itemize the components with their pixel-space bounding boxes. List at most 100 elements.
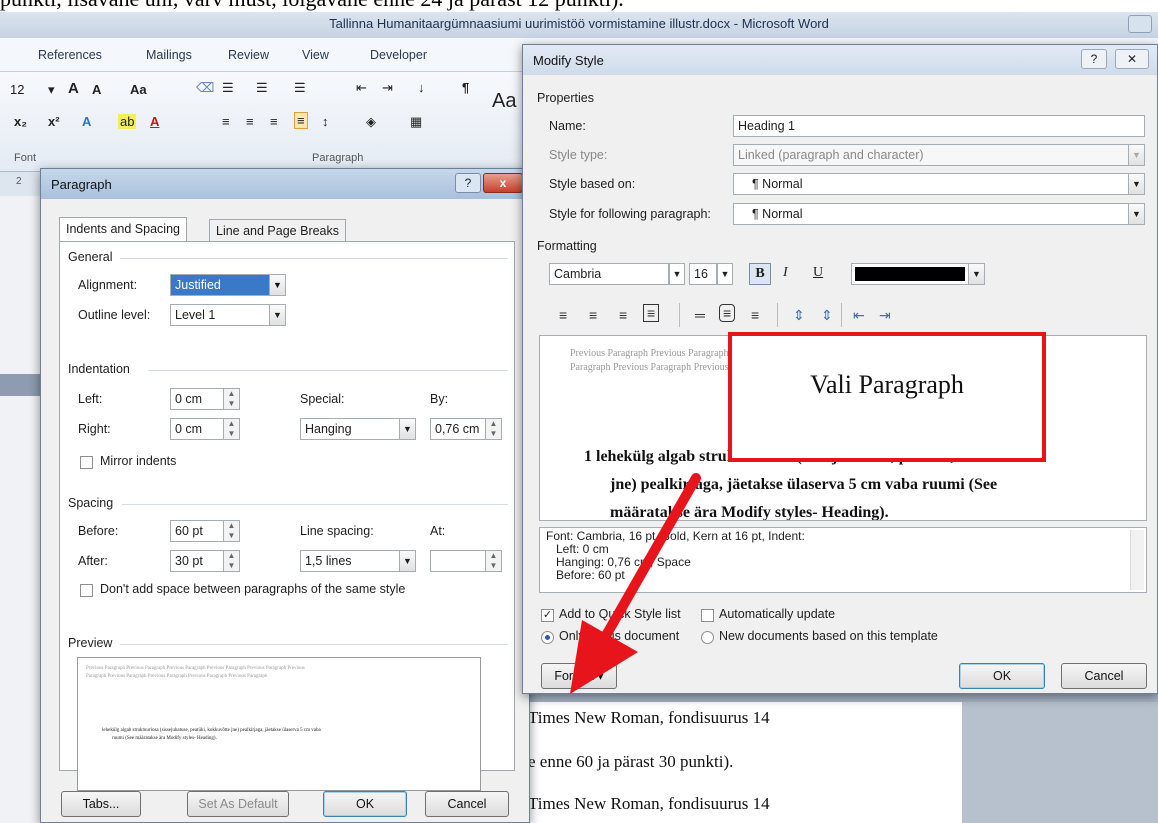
outline-level-select[interactable]: Level 1 ▼ xyxy=(170,304,286,326)
chevron-down-icon[interactable]: ▼ xyxy=(399,551,415,571)
cancel-button[interactable]: Cancel xyxy=(1061,663,1147,689)
tab-indents-spacing[interactable]: Indents and Spacing xyxy=(59,217,187,243)
document-page[interactable]: Times New Roman, fondisuurus 14 e enne 6… xyxy=(522,702,962,823)
style-type-select[interactable]: Linked (paragraph and character) ▼ xyxy=(733,144,1145,166)
style-based-on-select[interactable]: ¶ Normal ▼ xyxy=(733,173,1145,195)
increase-paragraph-spacing-icon[interactable]: ⇕ xyxy=(793,307,805,324)
spinner-icon[interactable]: ▲ ▼ xyxy=(485,419,501,439)
at-input[interactable]: ▲ ▼ xyxy=(430,550,502,572)
font-size-select[interactable]: 16 xyxy=(689,263,717,285)
tab-references[interactable]: References xyxy=(38,48,102,62)
subscript-icon[interactable]: x₂ xyxy=(14,114,27,129)
numbering-icon[interactable]: ☰ xyxy=(256,80,268,96)
font-size-value[interactable]: 12 xyxy=(10,82,24,97)
font-size-dropdown-icon[interactable]: ▾ xyxy=(48,82,55,98)
bullets-icon[interactable]: ☰ xyxy=(222,80,234,96)
align-left-icon[interactable]: ≡ xyxy=(222,114,230,129)
special-select[interactable]: Hanging ▼ xyxy=(300,418,416,440)
chevron-down-icon[interactable]: ▼ xyxy=(269,305,285,325)
line-spacing-select[interactable]: 1,5 lines ▼ xyxy=(300,550,416,572)
chevron-down-icon[interactable]: ▼ xyxy=(269,275,285,295)
tab-line-page-breaks[interactable]: Line and Page Breaks xyxy=(209,219,347,243)
ok-button[interactable]: OK xyxy=(959,663,1045,689)
font-color-icon[interactable]: A xyxy=(150,114,159,129)
paragraph-preview: Previous Paragraph Previous Paragraph Pr… xyxy=(77,657,481,791)
scrollbar[interactable] xyxy=(1130,530,1144,590)
borders-icon[interactable]: ▦ xyxy=(410,114,422,130)
chevron-down-icon[interactable]: ▼ xyxy=(1128,145,1144,165)
close-icon[interactable]: ✕ xyxy=(1115,49,1149,69)
dont-add-space-checkbox[interactable] xyxy=(80,584,93,597)
pilcrow-icon[interactable]: ¶ xyxy=(462,80,469,95)
sort-icon[interactable]: ↓ xyxy=(418,80,425,95)
align-right-icon[interactable]: ≡ xyxy=(270,114,278,129)
help-icon[interactable]: ? xyxy=(455,173,481,193)
styles-preview-icon[interactable]: Aa xyxy=(492,90,516,113)
italic-toggle[interactable]: I xyxy=(783,265,788,281)
bold-toggle[interactable]: B xyxy=(749,263,771,285)
decrease-indent-icon[interactable]: ⇤ xyxy=(356,80,367,96)
add-quick-style-checkbox[interactable]: ✓ xyxy=(541,609,554,622)
alignment-select[interactable]: Justified ▼ xyxy=(170,274,286,296)
following-style-select[interactable]: ¶ Normal ▼ xyxy=(733,203,1145,225)
justify-icon[interactable]: ≡ xyxy=(643,304,660,322)
tab-review[interactable]: Review xyxy=(228,48,269,62)
font-color-select[interactable]: ▼ xyxy=(851,263,985,285)
text-effects-icon[interactable]: A xyxy=(82,114,91,129)
tab-developer[interactable]: Developer xyxy=(370,48,427,62)
clear-format-icon[interactable]: ⌫ xyxy=(196,80,214,96)
spinner-icon[interactable]: ▲ ▼ xyxy=(223,521,239,541)
chevron-down-icon[interactable]: ▼ xyxy=(1128,174,1144,194)
shading-icon[interactable]: ◈ xyxy=(366,114,376,130)
decrease-paragraph-spacing-icon[interactable]: ⇕ xyxy=(821,307,833,324)
chevron-down-icon[interactable]: ▼ xyxy=(669,263,685,285)
before-input[interactable]: 60 pt ▲ ▼ xyxy=(170,520,240,542)
shrink-font-icon[interactable]: A xyxy=(92,82,101,97)
decrease-indent-icon[interactable]: ⇤ xyxy=(853,307,865,324)
chevron-down-icon[interactable]: ▼ xyxy=(1128,204,1144,224)
line-spacing-icon[interactable]: ↕ xyxy=(322,114,329,129)
callout-background xyxy=(732,342,1042,354)
spinner-icon[interactable]: ▲ ▼ xyxy=(223,419,239,439)
chevron-down-icon[interactable]: ▼ xyxy=(968,264,984,284)
spinner-icon[interactable]: ▲ ▼ xyxy=(485,551,501,571)
close-icon[interactable]: x xyxy=(483,173,523,193)
cancel-button[interactable]: Cancel xyxy=(425,791,509,817)
minimize-button[interactable] xyxy=(1128,15,1152,33)
only-this-document-radio[interactable] xyxy=(541,631,554,644)
chevron-down-icon[interactable]: ▼ xyxy=(399,419,415,439)
increase-indent-icon[interactable]: ⇥ xyxy=(879,307,891,324)
align-center-icon[interactable]: ≡ xyxy=(589,307,597,323)
multilevel-list-icon[interactable]: ☰ xyxy=(294,80,306,96)
by-input[interactable]: 0,76 cm ▲ ▼ xyxy=(430,418,502,440)
increase-indent-icon[interactable]: ⇥ xyxy=(382,80,393,96)
spinner-icon[interactable]: ▲ ▼ xyxy=(223,389,239,409)
font-name-select[interactable]: Cambria xyxy=(549,263,669,285)
change-case-icon[interactable]: Aa xyxy=(130,82,147,97)
chevron-down-icon[interactable]: ▼ xyxy=(717,263,733,285)
right-indent-input[interactable]: 0 cm ▲ ▼ xyxy=(170,418,240,440)
superscript-icon[interactable]: x² xyxy=(48,114,60,129)
left-indent-input[interactable]: 0 cm ▲ ▼ xyxy=(170,388,240,410)
one-half-spacing-icon[interactable]: ≡ xyxy=(719,304,736,322)
mirror-indents-checkbox[interactable] xyxy=(80,456,93,469)
align-right-icon[interactable]: ≡ xyxy=(619,307,627,323)
align-center-icon[interactable]: ≡ xyxy=(246,114,254,129)
justify-icon[interactable]: ≡ xyxy=(294,112,308,129)
align-left-icon[interactable]: ≡ xyxy=(559,307,567,323)
set-as-default-button[interactable]: Set As Default xyxy=(187,791,289,817)
tab-mailings[interactable]: Mailings xyxy=(146,48,192,62)
single-spacing-icon[interactable]: ═ xyxy=(695,307,705,323)
tabs-button[interactable]: Tabs... xyxy=(61,791,141,817)
ok-button[interactable]: OK xyxy=(323,791,407,817)
tab-view[interactable]: View xyxy=(302,48,329,62)
after-input[interactable]: 30 pt ▲ ▼ xyxy=(170,550,240,572)
highlight-icon[interactable]: ab xyxy=(118,114,137,129)
style-type-value: Linked (paragraph and character) xyxy=(738,148,924,162)
help-icon[interactable]: ? xyxy=(1081,49,1107,69)
name-input[interactable]: Heading 1 xyxy=(733,115,1145,137)
grow-font-icon[interactable]: A xyxy=(68,80,79,97)
double-spacing-icon[interactable]: ≡ xyxy=(751,307,759,323)
underline-toggle[interactable]: U xyxy=(813,265,823,281)
spinner-icon[interactable]: ▲ ▼ xyxy=(223,551,239,571)
